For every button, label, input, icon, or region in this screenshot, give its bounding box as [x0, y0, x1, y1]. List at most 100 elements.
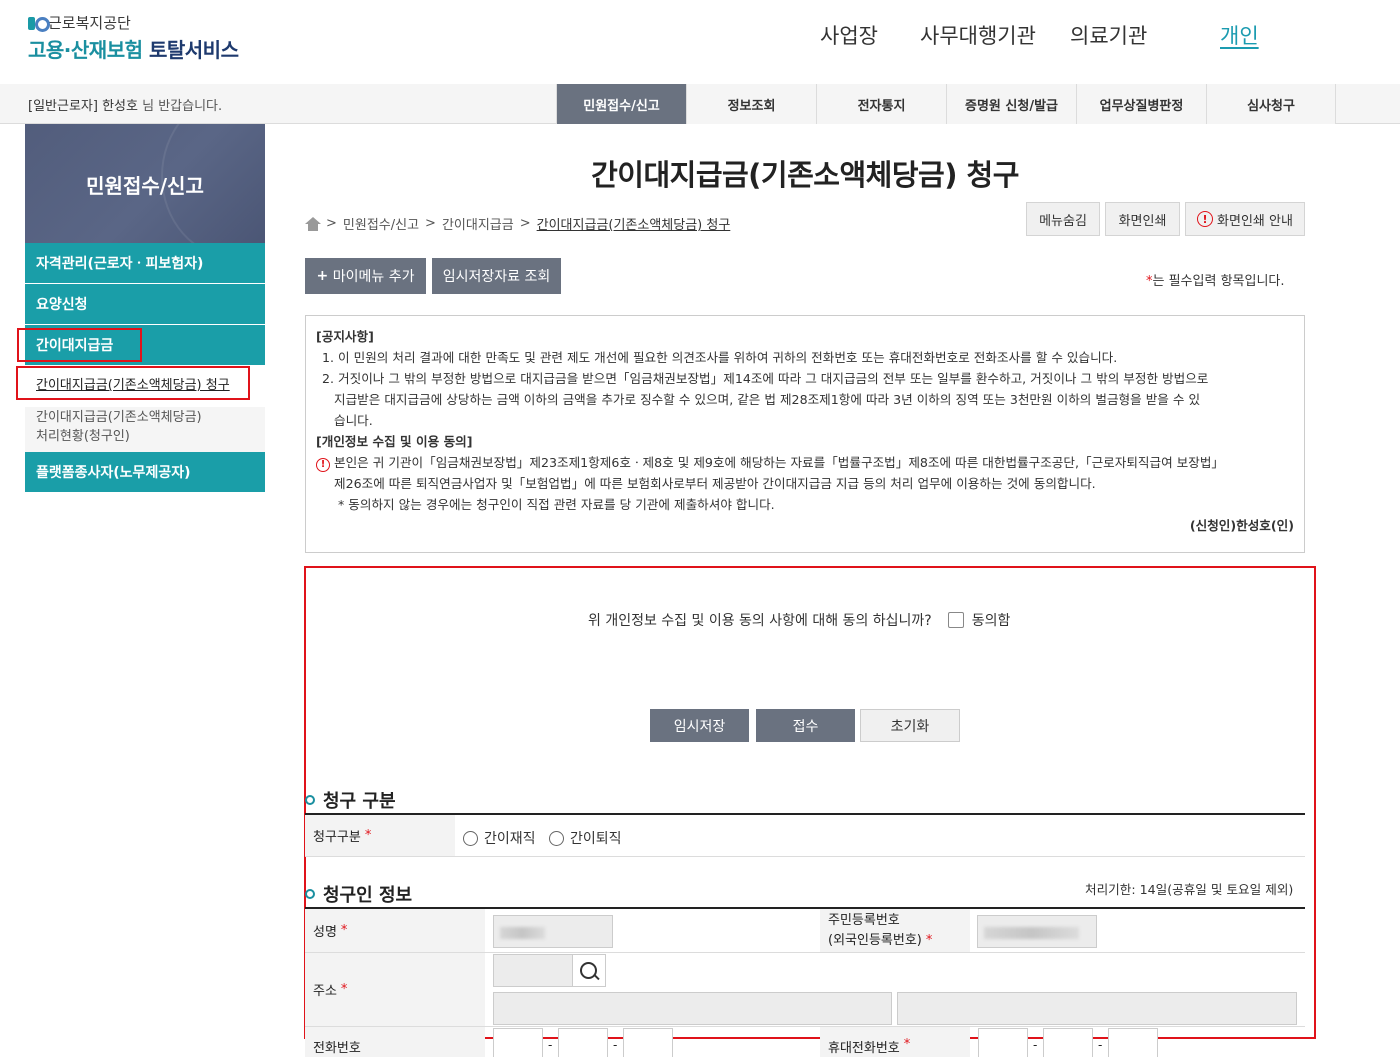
section-claimant: 청구인 정보: [305, 881, 412, 907]
service-logo[interactable]: 고용·산재보험 토탈서비스: [28, 34, 239, 63]
privacy-text: 본인은 귀 기관이「임금채권보장법」제23조제1항제6호ㆍ제8호 및 제9호에 …: [334, 455, 1225, 470]
breadcrumb-sep-icon: >: [519, 216, 531, 231]
breadcrumb-sep-icon: >: [425, 216, 436, 231]
alert-icon: !: [316, 458, 330, 472]
hide-menu-button[interactable]: 메뉴숨김: [1026, 202, 1100, 236]
breadcrumb: > 민원접수/신고 > 간이대지급금 > 간이대지급금(기존소액체당금) 청구: [305, 214, 730, 233]
highlight-box-menu: [17, 328, 142, 362]
required-note: *는 필수입력 항목입니다.: [1146, 270, 1285, 289]
radio-retired-label[interactable]: 간이퇴직: [570, 828, 622, 848]
temp-save-button[interactable]: 임시저장: [650, 709, 749, 742]
blurred-value: [500, 927, 545, 939]
notice-line: 2. 거짓이나 그 밖의 부정한 방법으로 대지급금을 받으면「임금채권보장법」…: [322, 371, 1209, 386]
nav-business[interactable]: 사업장: [820, 20, 878, 50]
radio-employed[interactable]: [463, 830, 478, 846]
mobile-field-1[interactable]: [978, 1028, 1028, 1057]
page-title: 간이대지급금(기존소액체당금) 청구: [591, 158, 1019, 192]
required-star: *: [903, 1037, 911, 1052]
rrn-label-line1: 주민등록번호: [828, 912, 900, 928]
radio-retired[interactable]: [549, 830, 564, 846]
mobile-field-2[interactable]: [1043, 1028, 1093, 1057]
required-star: *: [340, 923, 348, 938]
breadcrumb-current: 간이대지급금(기존소액체당금) 청구: [536, 218, 731, 233]
privacy-line: 제26조에 따른 퇴직연금사업자 및「보험업법」에 따른 보험회사로부터 제공받…: [334, 476, 1096, 491]
home-icon[interactable]: [305, 216, 321, 231]
agree-question: 위 개인정보 수집 및 이용 동의 사항에 대해 동의 하십니까?: [588, 613, 932, 629]
service-prefix: 고용·산재보험: [28, 38, 143, 62]
address-label: 주소 *: [305, 953, 485, 1026]
sidebar-sub-status[interactable]: 간이대지급금(기존소액체당금) 처리현황(청구인): [25, 407, 265, 452]
breadcrumb-sep-icon: >: [326, 216, 337, 231]
name-label-text: 성명: [313, 925, 337, 940]
sidebar-sub-status-line1: 간이대지급금(기존소액체당금): [36, 410, 202, 425]
sidebar-title: 민원접수/신고: [25, 124, 265, 244]
welcome-message: [일반근로자] 한성호 님 반갑습니다.: [28, 95, 222, 114]
rrn-label: 주민등록번호 (외국인등록번호) *: [820, 909, 970, 952]
agree-row: 위 개인정보 수집 및 이용 동의 사항에 대해 동의 하십니까? 동의함: [588, 610, 1010, 630]
address-field-1[interactable]: [493, 992, 892, 1025]
bullet-icon: [305, 795, 315, 805]
welcome-text: 님 반갑습니다.: [142, 99, 223, 114]
phone-field-3[interactable]: [623, 1028, 673, 1057]
agree-label[interactable]: 동의함: [972, 610, 1011, 630]
print-guide-label: 화면인쇄 안내: [1217, 213, 1293, 229]
nav-medical[interactable]: 의료기관: [1070, 20, 1147, 50]
submit-button[interactable]: 접수: [756, 709, 855, 742]
tab-disease[interactable]: 업무상질병판정: [1076, 84, 1206, 124]
address-field-2[interactable]: [897, 992, 1297, 1025]
agree-checkbox[interactable]: [947, 612, 964, 628]
tab-notice[interactable]: 전자통지: [816, 84, 946, 124]
highlight-box-submenu: [16, 366, 250, 400]
phone-field-2[interactable]: [558, 1028, 608, 1057]
section-title: 청구 구분: [323, 791, 396, 812]
phone-field-1[interactable]: [493, 1028, 543, 1057]
sidebar-item-qualification[interactable]: 자격관리(근로자ㆍ피보험자): [25, 243, 265, 284]
required-star: *: [925, 932, 933, 948]
radio-employed-label[interactable]: 간이재직: [484, 828, 536, 848]
privacy-note: * 동의하지 않는 경우에는 청구인이 직접 관련 자료를 당 기관에 제출하셔…: [338, 497, 775, 512]
sidebar-sub-status-line2: 처리현황(청구인): [36, 429, 130, 444]
address-search-button[interactable]: [572, 954, 606, 987]
welcome-user: [일반근로자] 한성호: [28, 99, 138, 114]
add-mymenu-button[interactable]: + 마이메뉴 추가: [305, 258, 426, 294]
alert-icon: !: [1197, 211, 1214, 227]
sidebar-item-care[interactable]: 요양신청: [25, 284, 265, 325]
notice-heading: [공지사항]: [316, 329, 374, 344]
breadcrumb-item[interactable]: 민원접수/신고: [343, 214, 419, 233]
blurred-value: [984, 927, 1079, 939]
rrn-field[interactable]: [977, 915, 1097, 948]
plus-icon: +: [316, 268, 329, 284]
deadline-note: 처리기한: 14일(공휴일 및 토요일 제외): [1085, 882, 1294, 897]
logo-icon: [28, 15, 50, 32]
print-guide-button[interactable]: ! 화면인쇄 안내: [1185, 202, 1305, 236]
radio-option-employed[interactable]: 간이재직: [463, 828, 536, 848]
breadcrumb-item[interactable]: 간이대지급금: [442, 214, 514, 233]
nav-personal[interactable]: 개인: [1220, 20, 1259, 50]
radio-option-retired[interactable]: 간이퇴직: [549, 828, 622, 848]
dash: -: [1033, 1038, 1038, 1052]
dash: -: [613, 1038, 618, 1052]
tab-review[interactable]: 심사청구: [1206, 84, 1336, 124]
org-logo[interactable]: 근로복지공단: [28, 12, 131, 33]
rrn-label-line2: (외국인등록번호) *: [828, 931, 932, 951]
required-star: *: [340, 982, 348, 997]
print-button[interactable]: 화면인쇄: [1105, 202, 1180, 236]
nav-agency[interactable]: 사무대행기관: [920, 20, 1036, 50]
sidebar-item-platform[interactable]: 플랫폼종사자(노무제공자): [25, 452, 265, 493]
tab-info[interactable]: 정보조회: [686, 84, 816, 124]
notice-line: 습니다.: [334, 413, 373, 428]
tab-certificate[interactable]: 증명원 신청/발급: [946, 84, 1076, 124]
notice-line: 1. 이 민원의 처리 결과에 대한 만족도 및 관련 제도 개선에 필요한 의…: [322, 350, 1118, 365]
org-name: 근로복지공단: [48, 14, 131, 32]
reset-button[interactable]: 초기화: [860, 709, 960, 742]
tab-complaint[interactable]: 민원접수/신고: [556, 84, 686, 124]
mobile-field-3[interactable]: [1108, 1028, 1158, 1057]
section-claim-type: 청구 구분: [305, 787, 396, 813]
name-label: 성명 *: [305, 909, 485, 952]
temp-data-button[interactable]: 임시저장자료 조회: [432, 258, 561, 294]
dash: -: [548, 1038, 553, 1052]
service-suffix: 토탈서비스: [148, 38, 239, 62]
name-field[interactable]: [493, 915, 613, 948]
zipcode-field[interactable]: [493, 954, 573, 987]
search-icon: [578, 960, 600, 982]
